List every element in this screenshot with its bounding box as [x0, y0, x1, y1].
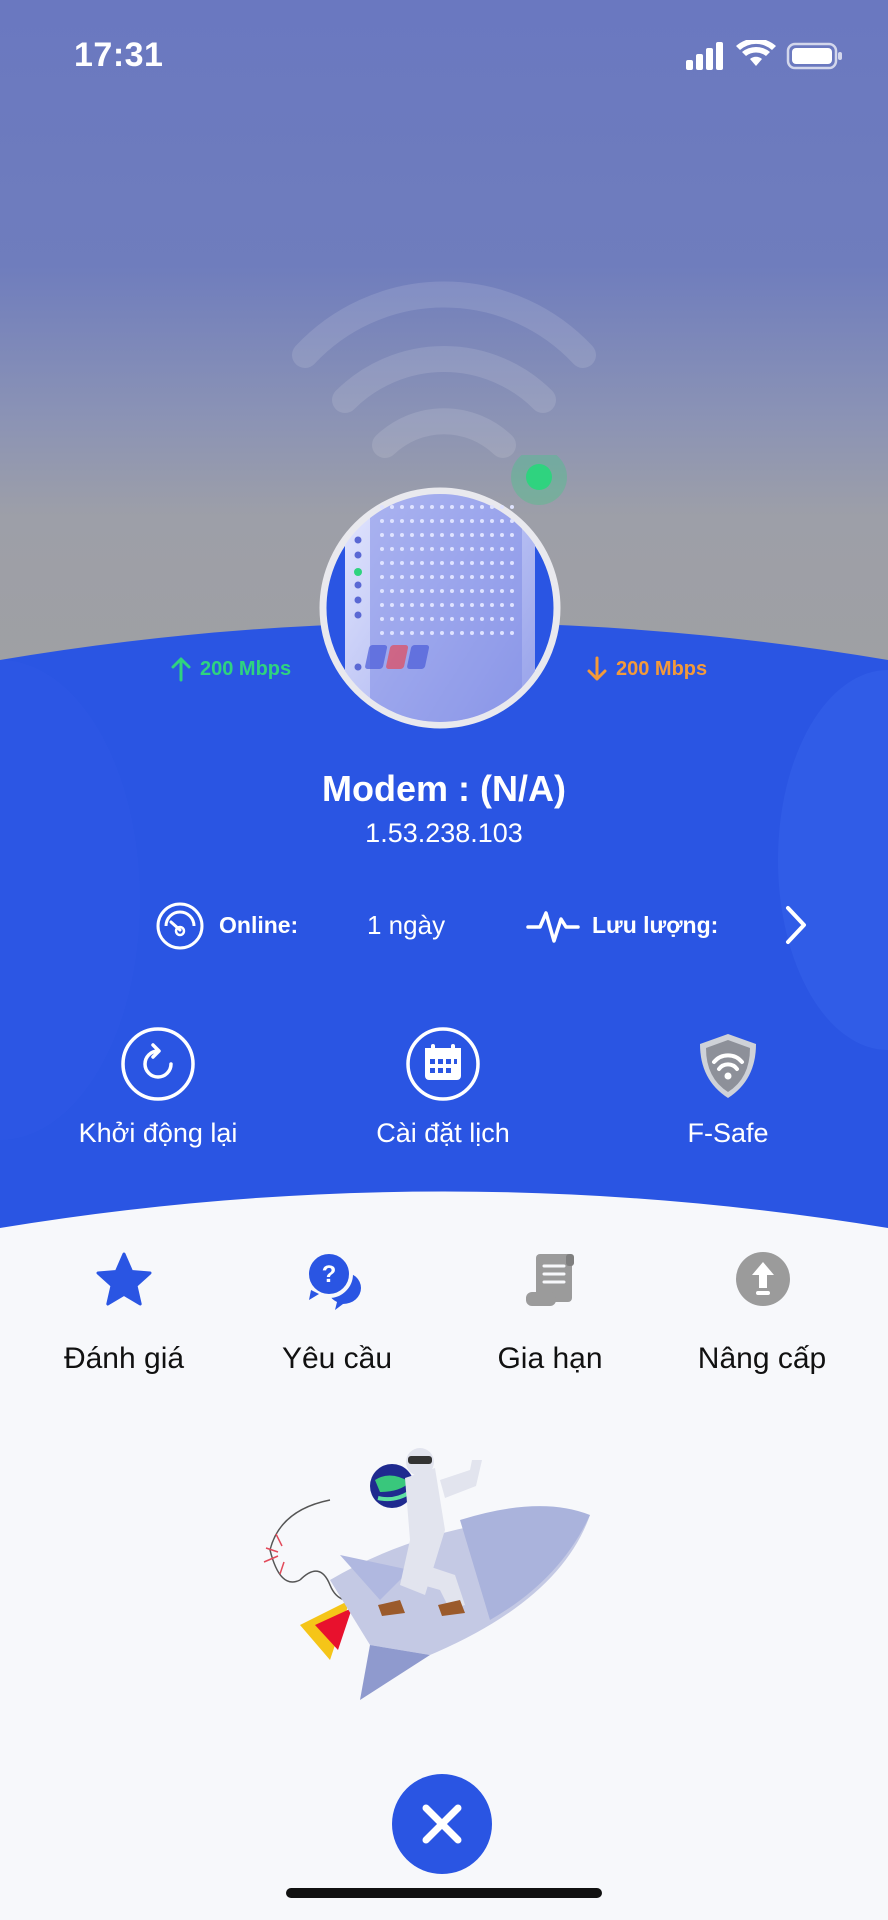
- status-icons: [686, 40, 842, 70]
- activity-icon: [526, 911, 580, 943]
- battery-icon: [786, 42, 842, 70]
- modem-ip: 1.53.238.103: [365, 818, 523, 848]
- arrow-down-icon: [587, 656, 607, 681]
- upload-speed: 200 Mbps: [170, 656, 291, 682]
- rate-label: Đánh giá: [63, 1342, 185, 1375]
- upgrade-button[interactable]: Nâng cấp: [652, 1250, 872, 1390]
- modem-title: Modem : (N/A): [322, 768, 566, 809]
- cellular-signal-icon: [686, 42, 723, 70]
- online-label: Online:: [219, 912, 299, 938]
- chevron-right-icon[interactable]: [778, 900, 814, 950]
- document-icon: [526, 1254, 574, 1306]
- download-speed-value: 200 Mbps: [616, 657, 708, 680]
- modem-brand-logo: [365, 645, 430, 669]
- traffic-label: Lưu lượng:: [592, 912, 719, 938]
- speedometer-icon: [156, 902, 204, 950]
- restart-icon: [121, 1027, 195, 1101]
- close-icon: [422, 1804, 462, 1844]
- arrow-up-icon: [171, 657, 191, 682]
- renew-button[interactable]: Gia hạn: [440, 1250, 660, 1390]
- upload-speed-value: 200 Mbps: [200, 657, 292, 680]
- schedule-button[interactable]: Cài đặt lịch: [313, 1026, 573, 1156]
- schedule-label: Cài đặt lịch: [376, 1118, 510, 1148]
- status-time: 17:31: [74, 36, 164, 74]
- request-button[interactable]: ? Yêu cầu: [227, 1250, 447, 1390]
- rate-button[interactable]: Đánh giá: [14, 1250, 234, 1390]
- wifi-status-icon: [736, 40, 776, 66]
- close-button[interactable]: [392, 1774, 492, 1874]
- request-label: Yêu cầu: [281, 1342, 393, 1375]
- online-indicator-icon: [526, 464, 552, 490]
- home-indicator[interactable]: [286, 1888, 602, 1898]
- fsafe-label: F-Safe: [687, 1118, 769, 1148]
- svg-text:?: ?: [322, 1261, 337, 1288]
- restart-button[interactable]: Khởi động lại: [28, 1026, 288, 1156]
- star-icon: [96, 1252, 152, 1306]
- calendar-icon: [406, 1027, 480, 1101]
- fsafe-button[interactable]: F-Safe: [598, 1026, 858, 1156]
- upgrade-icon: [736, 1252, 790, 1306]
- restart-label: Khởi động lại: [78, 1118, 238, 1148]
- renew-label: Gia hạn: [497, 1342, 603, 1375]
- online-value: 1 ngày: [367, 910, 446, 940]
- modem-illustration: [319, 455, 567, 729]
- upgrade-label: Nâng cấp: [697, 1342, 827, 1375]
- rocket-illustration: [263, 1448, 590, 1700]
- shield-icon: [700, 1034, 756, 1098]
- download-speed: 200 Mbps: [586, 656, 707, 682]
- question-chat-icon: ?: [305, 1250, 361, 1310]
